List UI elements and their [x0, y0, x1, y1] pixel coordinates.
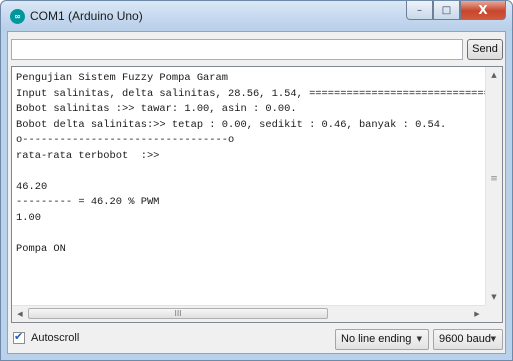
- send-button[interactable]: Send: [467, 39, 503, 60]
- serial-output-line: [16, 273, 486, 289]
- serial-output-line: [16, 226, 486, 242]
- serial-output-line: o---------------------------------o: [16, 134, 235, 146]
- vertical-scroll-thumb[interactable]: ≡: [489, 163, 499, 195]
- serial-output-area[interactable]: Pengujian Sistem Fuzzy Pompa Garam Input …: [11, 66, 503, 323]
- scroll-left-arrow-icon[interactable]: ◀: [12, 306, 28, 322]
- serial-output-line: [16, 257, 486, 273]
- serial-output-line: --------- = 46.20 % PWM: [16, 196, 160, 208]
- serial-output-line: [16, 288, 486, 303]
- scroll-up-arrow-icon[interactable]: ▲: [486, 67, 502, 83]
- title-bar[interactable]: ∞ COM1 (Arduino Uno) – □ X: [1, 1, 512, 31]
- minimize-button[interactable]: –: [406, 1, 433, 20]
- bottom-toolbar: ✔ Autoscroll No line ending ▼ 9600 baud …: [11, 329, 503, 351]
- serial-output-line: Bobot delta salinitas:>> tetap : 0.00, s…: [16, 118, 447, 131]
- chevron-down-icon: ▼: [416, 335, 422, 343]
- serial-output-line: Bobot salinitas :>> tawar: 1.00, asin : …: [16, 103, 297, 115]
- close-button[interactable]: X: [460, 1, 506, 20]
- serial-output-line: Pompa ON: [16, 242, 66, 255]
- serial-output-line: Pengujian Sistem Fuzzy Pompa Garam: [16, 72, 229, 84]
- checkmark-icon: ✔: [14, 330, 24, 343]
- serial-output-line: 46.20: [16, 180, 48, 193]
- scrollbar-corner: [485, 305, 502, 322]
- line-ending-value: No line ending: [341, 333, 412, 345]
- send-input[interactable]: [11, 39, 463, 60]
- serial-output-line: Input salinitas, delta salinitas, 28.56,…: [16, 87, 486, 100]
- arduino-icon: ∞: [10, 9, 25, 24]
- horizontal-scrollbar[interactable]: ◀ III ▶: [12, 305, 485, 322]
- baud-rate-select[interactable]: 9600 baud ▼: [433, 329, 503, 350]
- window-title: COM1 (Arduino Uno): [30, 9, 143, 23]
- baud-rate-value: 9600 baud: [439, 333, 491, 345]
- serial-output-text: Pengujian Sistem Fuzzy Pompa Garam Input …: [16, 71, 486, 303]
- autoscroll-toggle[interactable]: ✔ Autoscroll: [13, 330, 80, 344]
- maximize-button[interactable]: □: [433, 1, 460, 20]
- window-controls: – □ X: [406, 1, 506, 21]
- chevron-down-icon: ▼: [490, 335, 496, 343]
- serial-monitor-body: Send Pengujian Sistem Fuzzy Pompa Garam I…: [7, 31, 506, 354]
- serial-output-line: rata-rata terbobot :>>: [16, 149, 160, 162]
- serial-monitor-window: ∞ COM1 (Arduino Uno) – □ X Send Pengujia…: [0, 0, 513, 361]
- horizontal-scroll-thumb[interactable]: III: [28, 308, 328, 319]
- scroll-down-arrow-icon[interactable]: ▼: [486, 289, 502, 305]
- line-ending-select[interactable]: No line ending ▼: [335, 329, 429, 350]
- autoscroll-checkbox[interactable]: ✔: [13, 330, 25, 344]
- serial-output-line: [16, 164, 486, 180]
- autoscroll-label: Autoscroll: [31, 332, 80, 344]
- vertical-scrollbar[interactable]: ▲ ≡ ▼: [485, 67, 502, 305]
- serial-output-line: 1.00: [16, 211, 41, 224]
- scroll-right-arrow-icon[interactable]: ▶: [469, 306, 485, 322]
